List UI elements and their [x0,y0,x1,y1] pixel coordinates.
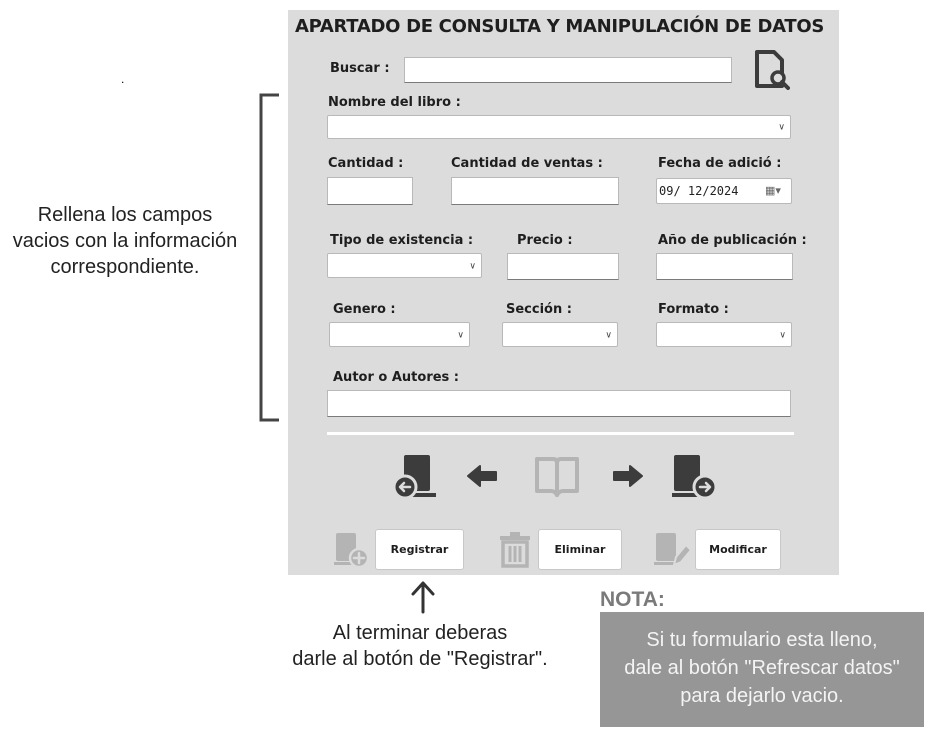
book-prev-icon[interactable] [392,453,440,501]
date-value: 09/ 12/2024 [659,184,739,198]
nota-box: Si tu formulario esta lleno, dale al bot… [600,612,924,727]
chevron-down-icon: ∨ [457,329,464,339]
stock-type-label: Tipo de existencia : [330,233,474,248]
format-label: Formato : [658,302,729,317]
search-label: Buscar : [330,61,390,76]
chevron-down-icon: ∨ [469,260,476,270]
chevron-down-icon: ∨ [605,329,612,339]
nota-line1: Si tu formulario esta lleno, [646,629,878,651]
book-add-icon [334,533,370,569]
left-annotation-line3: correspondiente. [50,256,200,278]
price-input[interactable] [507,253,619,280]
trash-icon [500,532,530,568]
sales-quantity-input[interactable] [451,177,619,205]
bottom-annotation-line1: Al terminar deberas [332,622,508,644]
modify-button[interactable]: Modificar [695,529,781,570]
quantity-label: Cantidad : [328,156,404,171]
section-label: Sección : [506,302,572,317]
date-picker[interactable]: 09/ 12/2024 ▦▾ [656,178,792,204]
chevron-down-icon: ∨ [779,329,786,339]
genre-label: Genero : [333,302,396,317]
publication-year-label: Año de publicación : [658,233,807,248]
date-added-label: Fecha de adició : [658,156,782,171]
genre-select[interactable]: ∨ [329,322,470,347]
chevron-down-icon: ∨ [778,121,785,132]
left-annotation-line1: Rellena los campos [37,204,213,226]
divider [327,432,794,435]
register-button[interactable]: Registrar [375,529,464,570]
open-book-icon[interactable] [533,453,581,499]
book-name-select[interactable]: ∨ [327,115,791,139]
book-next-icon[interactable] [670,453,718,501]
arrow-up-icon [411,581,435,614]
page-title: APARTADO DE CONSULTA Y MANIPULACIÓN DE D… [295,16,824,37]
section-select[interactable]: ∨ [502,322,618,347]
price-label: Precio : [517,233,573,248]
bracket-icon [259,93,279,422]
nota-line3: para dejarlo vacio. [680,685,844,707]
bottom-annotation: Al terminar deberas darle al botón de "R… [270,620,570,672]
bottom-annotation-line2: darle al botón de "Registrar". [292,648,548,670]
author-label: Autor o Autores : [333,370,460,385]
sales-quantity-label: Cantidad de ventas : [451,156,603,171]
search-document-icon[interactable] [754,50,790,90]
calendar-icon[interactable]: ▦▾ [765,184,781,197]
author-input[interactable] [327,390,791,417]
left-annotation-line2: vacios con la información [12,230,238,252]
stray-dot: . [121,72,125,86]
stock-type-select[interactable]: ∨ [327,253,482,278]
search-input[interactable] [404,57,732,83]
nota-line2: dale al botón "Refrescar datos" [624,657,900,679]
nota-title: NOTA: [600,588,665,611]
delete-button[interactable]: Eliminar [538,529,622,570]
left-annotation: Rellena los campos vacios con la informa… [0,202,250,280]
publication-year-input[interactable] [656,253,793,280]
format-select[interactable]: ∨ [656,322,792,347]
arrow-right-icon[interactable] [612,464,644,488]
quantity-input[interactable] [327,177,413,205]
book-edit-icon [654,533,692,567]
arrow-left-icon[interactable] [466,464,498,488]
book-name-label: Nombre del libro : [328,95,461,110]
